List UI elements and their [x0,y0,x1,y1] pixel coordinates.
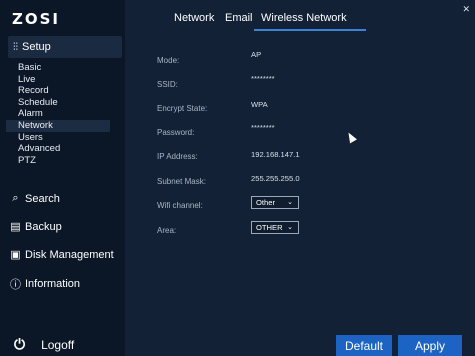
chevron-down-icon: ⌄ [287,224,293,231]
apply-button[interactable]: Apply [398,335,462,356]
wifi-channel-value: Other [256,198,275,207]
settings-panel: Network Email Wireless Network ✕ Mode: A… [125,0,475,356]
area-label: Area: [157,226,177,235]
logoff-label: Logoff [41,337,75,352]
subnet-mask-label: Subnet Mask: [157,177,206,186]
sidebar-item-record[interactable]: Record [18,85,110,97]
sidebar-item-ptz[interactable]: PTZ [18,155,110,167]
sidebar-item-setup[interactable]: ⫶⫶ Setup [8,36,122,58]
sidebar-item-users[interactable]: Users [18,132,110,144]
active-tab-indicator [254,29,366,31]
default-button[interactable]: Default [336,335,392,356]
zosi-logo: ZOSI [12,10,61,28]
sliders-icon: ⫶⫶ [13,41,18,53]
tab-bar: Network Email Wireless Network ✕ [125,0,475,31]
sidebar-item-basic[interactable]: Basic [18,62,110,74]
sidebar-item-search[interactable]: ⌕ Search [10,192,60,205]
sidebar-item-label: Disk Management [25,248,114,261]
logoff-button[interactable]: ⏻ Logoff [14,336,74,353]
password-value: ******** [251,123,275,132]
tab-wireless-network[interactable]: Wireless Network [261,12,347,24]
ssid-label: SSID: [157,80,178,89]
sidebar-item-label: Setup [22,41,51,53]
ip-address-value: 192.168.147.1 [251,150,300,159]
encrypt-state-value: WPA [251,100,268,109]
sidebar-item-label: Search [25,192,60,205]
tab-network[interactable]: Network [174,12,214,24]
sidebar-item-network[interactable]: Network [6,119,110,132]
sidebar-item-schedule[interactable]: Schedule [18,97,110,109]
power-icon: ⏻ [14,336,26,352]
search-icon: ⌕ [12,192,19,204]
sidebar-item-disk-management[interactable]: ▣ Disk Management [10,248,114,262]
info-icon: ⓘ [10,279,21,291]
sidebar-item-label: Backup [25,220,62,233]
backup-icon: ▤ [10,221,21,233]
close-icon[interactable]: ✕ [462,4,470,15]
area-value: OTHER [256,223,283,232]
sidebar: ZOSI ⫶⫶ Setup Basic Live Record Schedule… [0,0,125,356]
sidebar-item-label: Information [25,278,81,290]
sidebar-item-alarm[interactable]: Alarm [18,108,110,120]
chevron-down-icon: ⌄ [287,199,293,206]
sidebar-item-advanced[interactable]: Advanced [18,143,110,155]
mode-label: Mode: [157,56,180,65]
password-label: Password: [157,128,195,137]
wifi-channel-select[interactable]: Other ⌄ [251,196,299,209]
ssid-value: ******** [251,74,275,83]
disk-icon: ▣ [10,249,21,261]
encrypt-state-label: Encrypt State: [157,104,208,113]
mode-value: AP [251,50,262,59]
sidebar-item-backup[interactable]: ▤ Backup [10,220,62,234]
area-select[interactable]: OTHER ⌄ [251,221,299,234]
subnet-mask-value: 255.255.255.0 [251,174,300,183]
tab-email[interactable]: Email [225,12,253,24]
setup-submenu: Basic Live Record Schedule Alarm Network… [6,62,110,167]
sidebar-item-live[interactable]: Live [18,74,110,86]
wifi-channel-label: Wifi channel: [157,201,203,210]
sidebar-item-information[interactable]: ⓘ Information [10,276,80,292]
ip-address-label: IP Address: [157,152,198,161]
